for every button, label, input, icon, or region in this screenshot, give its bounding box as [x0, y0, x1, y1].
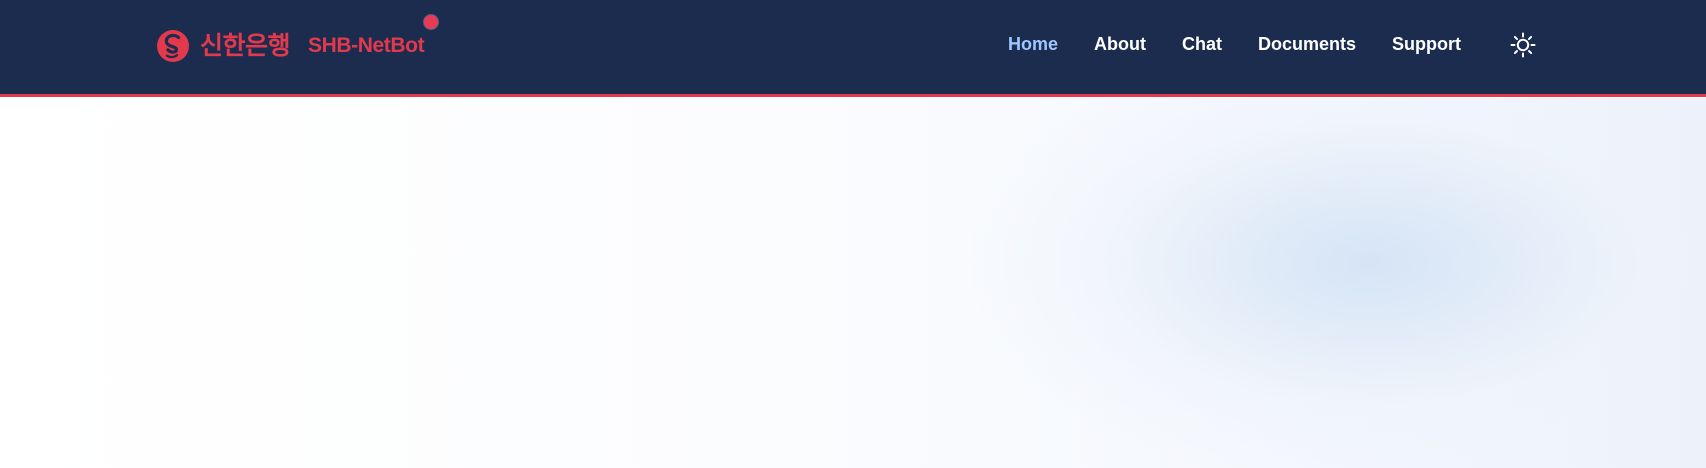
app-name: SHB-NetBot: [308, 34, 425, 57]
page: 신한은행 SHB-NetBot Home About Chat Document…: [0, 0, 1706, 468]
nav-home[interactable]: Home: [1008, 34, 1058, 55]
shinhan-logo-icon: [156, 29, 190, 63]
nav-support[interactable]: Support: [1392, 34, 1461, 55]
nav-about[interactable]: About: [1094, 34, 1146, 55]
nav-chat[interactable]: Chat: [1182, 34, 1222, 55]
nav-documents[interactable]: Documents: [1258, 34, 1356, 55]
brand[interactable]: 신한은행 SHB-NetBot: [156, 15, 439, 68]
status-dot: [424, 15, 439, 29]
theme-toggle-button[interactable]: [1509, 31, 1537, 59]
bank-name: 신한은행: [200, 31, 291, 60]
app-brand: SHB-NetBot: [308, 15, 439, 57]
top-navbar: 신한은행 SHB-NetBot Home About Chat Document…: [0, 0, 1706, 97]
main-navigation: Home About Chat Documents Support: [1008, 32, 1461, 56]
sun-icon: [1509, 31, 1537, 59]
hero-background: [0, 98, 1706, 468]
